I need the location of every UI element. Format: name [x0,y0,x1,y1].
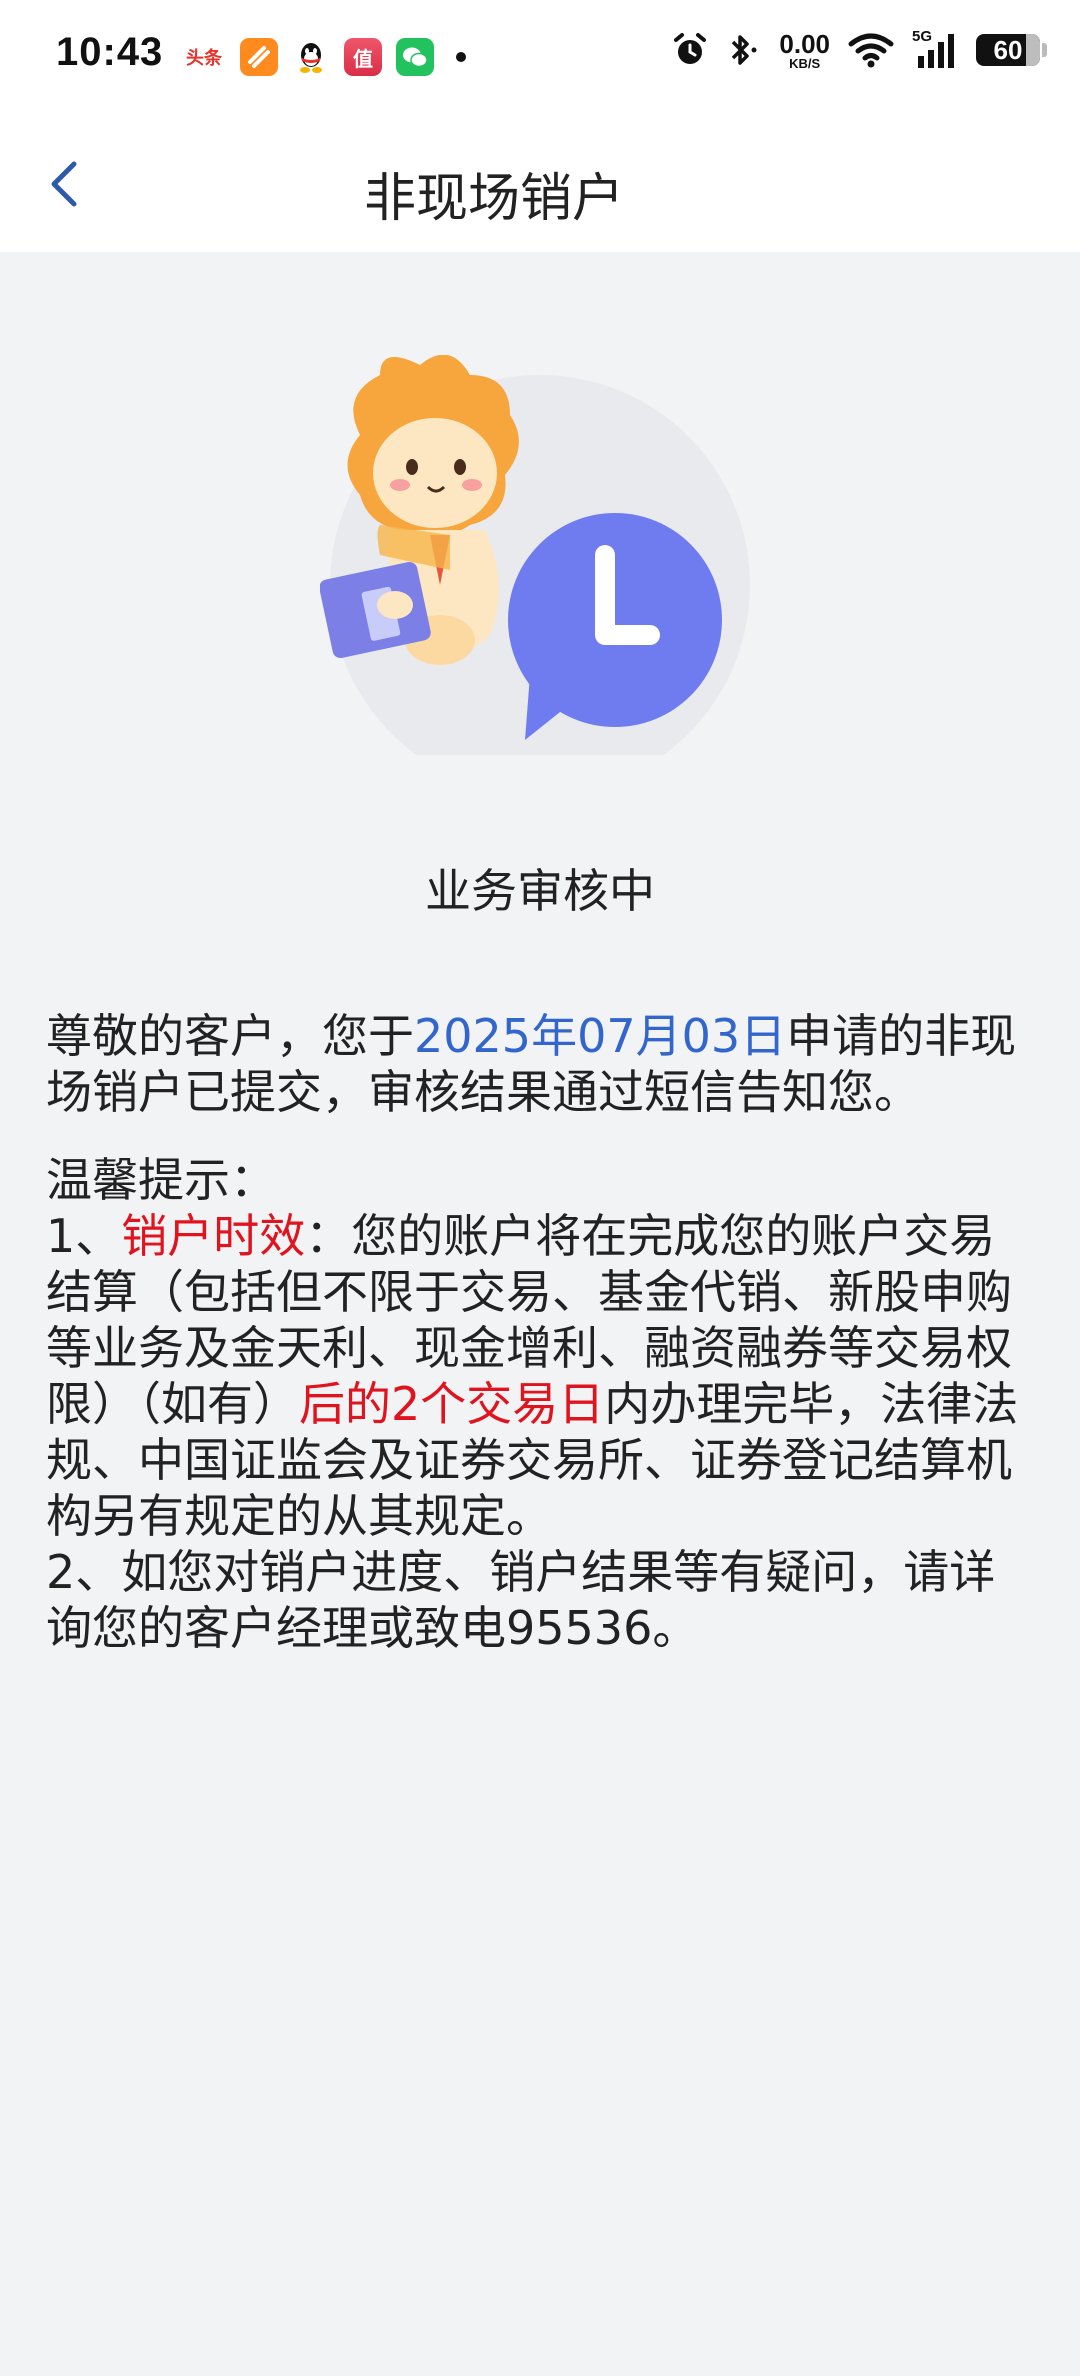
alarm-icon [674,33,707,64]
network-speed: 0.00 KB/S [779,31,830,70]
review-status-text: 业务审核中 [425,864,655,918]
zhi-app-icon: 值 [344,38,382,76]
review-pending-illustration [319,354,760,795]
application-date: 2025年07月03日 [414,1009,787,1063]
qq-app-icon [292,38,330,76]
battery-level: 60 [993,34,1023,65]
orange-app-icon [240,38,278,76]
page-title-text: 非现场销户 [363,169,624,229]
tips-title: 温馨提示： [46,1153,276,1207]
cellular-signal: 5G [912,28,958,70]
status-bar: 10:43 头条 值 0.00 KB/S 5G 60 [0,0,1080,118]
message-prefix: 尊敬的客户，您于 [46,1009,414,1063]
system-icons: 0.00 KB/S 5G 60 [671,28,1047,70]
toutiao-app-icon: 头条 [186,48,222,69]
battery-indicator: 60 [976,34,1047,66]
wechat-app-icon [396,38,434,76]
more-notifications-dot [456,52,466,62]
tip-1-number: 1、 [46,1209,122,1263]
tips-section: 温馨提示： 1、销户时效：您的账户将在完成您的账户交易结算（包括但不限于交易、基… [46,1152,1036,1656]
navigation-bar: 非现场销户 [0,118,1080,252]
status-time: 10:43 [56,30,164,74]
network-speed-value: 0.00 [779,28,830,59]
wifi-icon [848,33,894,68]
signal-bars-icon [918,34,954,68]
network-speed-unit: KB/S [789,55,821,71]
message-content: 尊敬的客户，您于2025年07月03日申请的非现场销户已提交，审核结果通过短信告… [46,1008,1036,1656]
tip-1-highlight: 销户时效 [121,1209,306,1263]
page-title: 非现场销户 [0,156,1080,231]
submission-message: 尊敬的客户，您于2025年07月03日申请的非现场销户已提交，审核结果通过短信告… [46,1008,1036,1120]
tip-1-deadline: 后的2个交易日 [299,1377,605,1431]
tip-item-1: 1、销户时效：您的账户将在完成您的账户交易结算（包括但不限于交易、基金代销、新股… [46,1208,1036,1544]
bluetooth-icon [732,35,757,65]
notification-icons: 头条 值 [182,38,466,76]
tip-item-2: 2、如您对销户进度、销户结果等有疑问，请详询您的客户经理或致电95536。 [46,1545,996,1655]
